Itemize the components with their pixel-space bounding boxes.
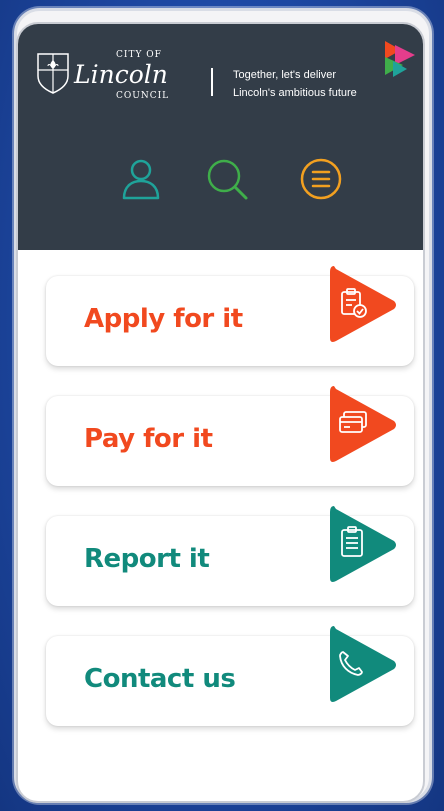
- logo-divider: [211, 68, 213, 96]
- apply-label: Apply for it: [84, 304, 243, 334]
- contact-arrow-shape: [330, 626, 396, 702]
- apply-arrow: [326, 262, 398, 348]
- pay-label: Pay for it: [84, 424, 213, 454]
- tagline-line-2: Lincoln's ambitious future: [233, 87, 357, 99]
- account-button[interactable]: [118, 156, 164, 202]
- pay-arrow: [326, 382, 398, 468]
- city-crest-icon: [37, 53, 69, 94]
- site-header: CITY OF Lincoln COUNCIL Together, let's …: [18, 24, 423, 250]
- tagline: Together, let's deliver Lincoln's ambiti…: [233, 66, 357, 102]
- report-label: Report it: [84, 544, 210, 574]
- menu-button[interactable]: [298, 156, 344, 202]
- logo-city-of: CITY OF: [116, 50, 162, 60]
- tagline-line-1: Together, let's deliver: [233, 69, 336, 81]
- account-icon: [122, 159, 160, 200]
- search-button[interactable]: [204, 156, 250, 202]
- contact-label: Contact us: [84, 664, 236, 694]
- apply-card[interactable]: Apply for it: [46, 266, 414, 366]
- app-screen: CITY OF Lincoln COUNCIL Together, let's …: [16, 22, 425, 803]
- pay-card[interactable]: Pay for it: [46, 386, 414, 486]
- apply-arrow-shape: [330, 266, 396, 342]
- menu-icon: [300, 158, 342, 200]
- contact-card[interactable]: Contact us: [46, 626, 414, 726]
- contact-arrow: [326, 622, 398, 708]
- logo-council: COUNCIL: [116, 91, 170, 101]
- search-icon: [207, 159, 248, 200]
- report-card[interactable]: Report it: [46, 506, 414, 606]
- brand-arrows-icon: [385, 41, 415, 77]
- report-arrow-shape: [330, 506, 396, 582]
- report-arrow: [326, 502, 398, 588]
- logo-lincoln: Lincoln: [74, 60, 168, 89]
